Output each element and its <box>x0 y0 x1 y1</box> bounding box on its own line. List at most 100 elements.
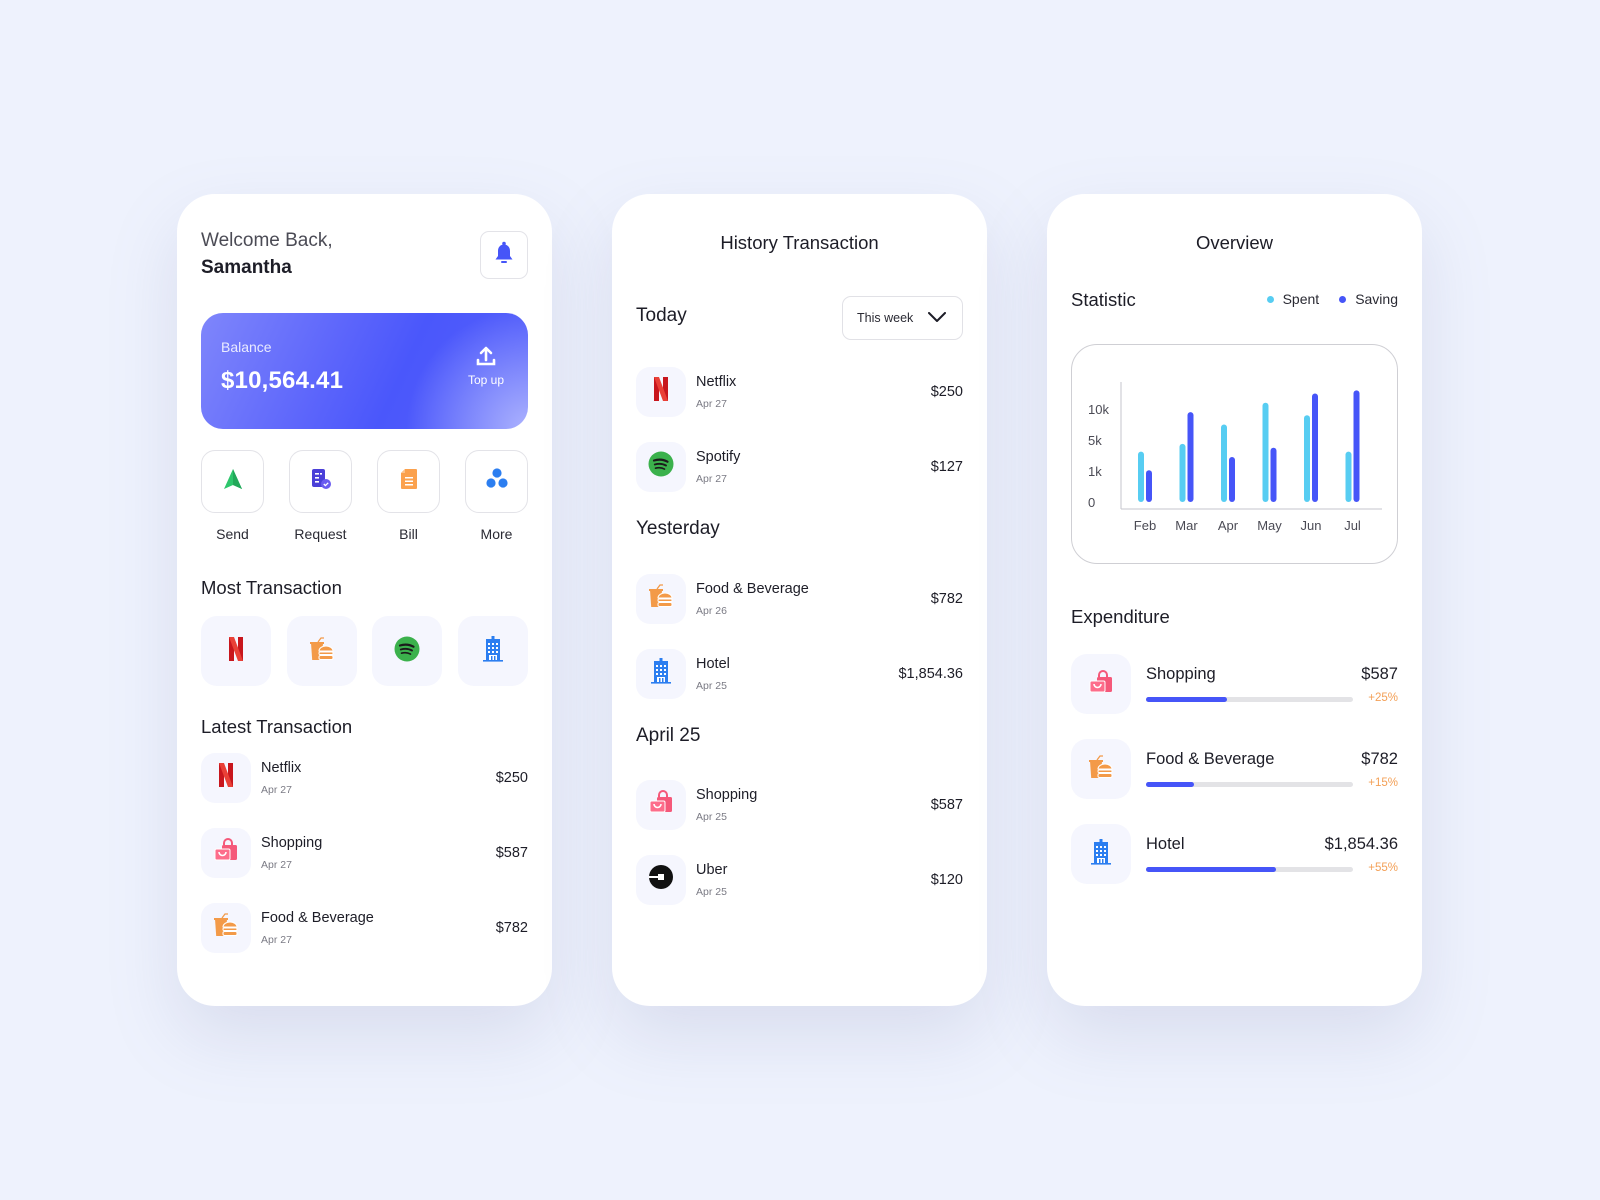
expenditure-item[interactable]: Shopping $587 +25% <box>1071 654 1398 739</box>
notification-button[interactable] <box>480 231 528 279</box>
spotify-icon <box>394 636 420 667</box>
transaction-name: Food & Beverage <box>261 909 374 926</box>
more-action[interactable]: More <box>465 450 528 542</box>
request-label: Request <box>294 526 347 542</box>
expenditure-change: +15% <box>1368 777 1398 789</box>
upload-icon <box>464 345 508 367</box>
most-transaction-list <box>201 616 528 686</box>
group-title-april-25: April 25 <box>636 725 701 746</box>
bar-saving-mar <box>1187 412 1194 502</box>
shopping-icon <box>648 790 674 819</box>
x-tick-label: May <box>1257 518 1282 533</box>
most-transaction-hotel[interactable] <box>457 616 528 686</box>
transaction-date: Apr 27 <box>261 858 292 871</box>
x-tick-label: Jul <box>1344 518 1361 533</box>
username: Samantha <box>201 257 292 278</box>
expenditure-amount: $587 <box>1361 665 1398 683</box>
uber-icon <box>648 864 674 895</box>
expenditure-progress-fill <box>1146 867 1277 872</box>
chevron-down-icon <box>928 309 962 327</box>
transaction-amount: $250 <box>495 769 528 786</box>
most-transaction-title: Most Transaction <box>201 577 342 598</box>
netflix-icon <box>228 636 244 667</box>
group-title-today: Today <box>636 305 687 326</box>
expenditure-title: Expenditure <box>1071 606 1170 627</box>
statistic-title: Statistic <box>1071 289 1136 310</box>
welcome-text: Welcome Back, <box>201 230 333 251</box>
expenditure-item[interactable]: Food & Beverage $782 +15% <box>1071 739 1398 824</box>
expenditure-amount: $1,854.36 <box>1324 835 1398 853</box>
expenditure-change: +55% <box>1368 862 1398 874</box>
food-beverage-icon <box>213 913 239 942</box>
legend-item-spent: Spent <box>1266 291 1320 307</box>
most-transaction-spotify[interactable] <box>372 616 443 686</box>
bar-spent-mar <box>1179 443 1186 502</box>
shopping-icon <box>213 838 239 867</box>
period-dropdown[interactable]: This week <box>842 296 963 340</box>
balance-label: Balance <box>221 339 272 355</box>
netflix-icon <box>653 376 669 407</box>
transaction-date: Apr 27 <box>261 783 292 796</box>
send-action[interactable]: Send <box>201 450 264 542</box>
transaction-date: Apr 25 <box>696 810 727 823</box>
yesterday-transaction-list: Food & Beverage Apr 26 $782 Hotel Apr 25… <box>636 561 963 711</box>
bill-label: Bill <box>399 526 418 542</box>
hotel-icon <box>1090 838 1112 870</box>
x-tick-label: Mar <box>1175 518 1198 533</box>
list-item[interactable]: Hotel Apr 25 $1,854.36 <box>636 636 963 711</box>
more-icon <box>485 468 509 495</box>
legend-label-spent: Spent <box>1282 291 1320 307</box>
transaction-name: Uber <box>696 861 728 878</box>
expenditure-name: Food & Beverage <box>1146 750 1275 768</box>
x-tick-label: Feb <box>1134 518 1156 533</box>
x-tick-label: Apr <box>1218 518 1239 533</box>
bell-icon <box>494 241 514 270</box>
bar-saving-feb <box>1146 470 1152 502</box>
bar-spent-jul <box>1345 451 1352 502</box>
expenditure-name: Shopping <box>1146 665 1216 683</box>
statistic-chart: 0 1k 5k 10k Feb Mar Apr May Jun Jul <box>1071 344 1398 564</box>
list-item[interactable]: Netflix Apr 27 $250 <box>636 354 963 429</box>
bar-spent-jun <box>1304 415 1310 502</box>
latest-transaction-list: Netflix Apr 27 $250 Shopping Apr 27 $587… <box>201 740 528 965</box>
transaction-amount: $587 <box>930 796 963 813</box>
most-transaction-netflix[interactable] <box>201 616 271 686</box>
bill-action[interactable]: Bill <box>377 450 440 542</box>
transaction-amount: $127 <box>930 458 963 475</box>
list-item[interactable]: Shopping Apr 27 $587 <box>201 815 528 890</box>
top-up-label: Top up <box>467 373 505 387</box>
more-label: More <box>480 526 513 542</box>
bar-spent-may <box>1262 402 1269 502</box>
page-title: History Transaction <box>720 232 879 253</box>
bar-spent-feb <box>1138 451 1144 502</box>
transaction-amount: $587 <box>495 844 528 861</box>
transaction-date: Apr 27 <box>696 472 727 485</box>
bill-icon <box>400 468 418 495</box>
transaction-name: Shopping <box>696 786 758 803</box>
top-up-button[interactable]: Top up <box>464 345 508 389</box>
list-item[interactable]: Netflix Apr 27 $250 <box>201 740 528 815</box>
food-beverage-icon <box>309 636 335 666</box>
list-item[interactable]: Spotify Apr 27 $127 <box>636 429 963 504</box>
transaction-name: Netflix <box>696 373 737 390</box>
list-item[interactable]: Food & Beverage Apr 27 $782 <box>201 890 528 965</box>
most-transaction-food[interactable] <box>286 616 357 686</box>
hotel-icon <box>482 635 504 667</box>
expenditure-item[interactable]: Hotel $1,854.36 +55% <box>1071 824 1398 909</box>
request-action[interactable]: Request <box>289 450 352 542</box>
list-item[interactable]: Food & Beverage Apr 26 $782 <box>636 561 963 636</box>
send-label: Send <box>216 526 249 542</box>
expenditure-name: Hotel <box>1146 835 1185 853</box>
list-item[interactable]: Shopping Apr 25 $587 <box>636 767 963 842</box>
expenditure-list: Shopping $587 +25% Food & Beverage $782 … <box>1071 654 1398 909</box>
transaction-name: Hotel <box>696 655 730 672</box>
y-tick-label: 10k <box>1088 402 1109 417</box>
april-25-transaction-list: Shopping Apr 25 $587 Uber Apr 25 $120 <box>636 767 963 917</box>
list-item[interactable]: Uber Apr 25 $120 <box>636 842 963 917</box>
today-transaction-list: Netflix Apr 27 $250 Spotify Apr 27 $127 <box>636 354 963 504</box>
y-tick-label: 0 <box>1088 495 1095 510</box>
group-title-yesterday: Yesterday <box>636 518 720 539</box>
expenditure-progress-bar <box>1146 782 1353 787</box>
transaction-amount: $782 <box>930 590 963 607</box>
expenditure-change: +25% <box>1368 692 1398 704</box>
